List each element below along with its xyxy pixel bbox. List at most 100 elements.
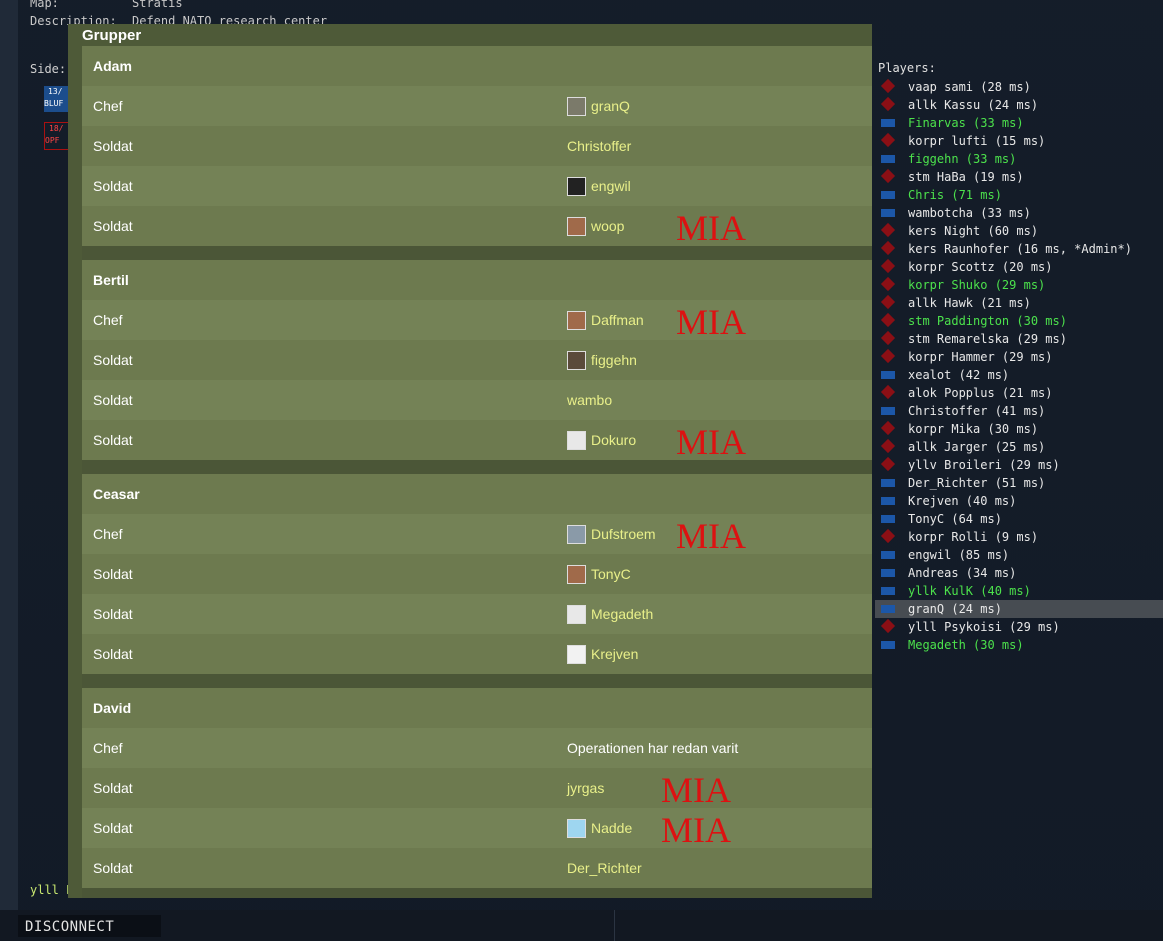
member-player[interactable]: Dokuro [567,420,636,460]
map-value: Stratis [132,0,183,10]
player-list-item[interactable]: korpr Rolli (9 ms) [875,528,1163,546]
player-list-item[interactable]: korpr Mika (30 ms) [875,420,1163,438]
player-entry-text: korpr Scottz (20 ms) [908,260,1053,274]
player-list-item[interactable]: granQ (24 ms) [875,600,1163,618]
member-role: Soldat [93,218,133,234]
player-list-item[interactable]: stm Paddington (30 ms) [875,312,1163,330]
blufor-side-icon [881,155,895,163]
disconnect-button[interactable]: DISCONNECT [18,915,161,937]
group-member-row[interactable]: Soldat Der_Richter [82,848,872,888]
member-player[interactable]: jyrgas [567,768,604,808]
player-list-item[interactable]: alok Popplus (21 ms) [875,384,1163,402]
member-player[interactable]: Daffman [567,300,644,340]
player-list-item[interactable]: figgehn (33 ms) [875,150,1163,168]
member-player[interactable]: Operationen har redan varit [567,728,738,768]
groups-list[interactable]: Adam Chef granQ Soldat Christoffer Soldat engw… [82,46,872,898]
member-player-name: TonyC [591,566,631,582]
player-list-item[interactable]: wambotcha (33 ms) [875,204,1163,222]
group-member-row[interactable]: Chef granQ [82,86,872,126]
side-blufor-chip[interactable]: 13/ BLUF [44,86,68,112]
player-list-item[interactable]: TonyC (64 ms) [875,510,1163,528]
member-player[interactable]: woop [567,206,624,246]
player-list-item[interactable]: Finarvas (33 ms) [875,114,1163,132]
player-list-item[interactable]: Andreas (34 ms) [875,564,1163,582]
player-list-item[interactable]: korpr Scottz (20 ms) [875,258,1163,276]
member-player[interactable]: wambo [567,380,612,420]
group-member-row[interactable]: Soldat Megadeth [82,594,872,634]
member-role: Soldat [93,432,133,448]
member-player[interactable]: granQ [567,86,630,126]
player-list-item[interactable]: stm HaBa (19 ms) [875,168,1163,186]
group-member-row[interactable]: Chef Dufstroem MIA [82,514,872,556]
player-list-item[interactable]: allk Jarger (25 ms) [875,438,1163,456]
member-role: Soldat [93,820,133,836]
player-list-item[interactable]: stm Remarelska (29 ms) [875,330,1163,348]
side-blufor-name: BLUF [44,99,64,108]
group-member-row[interactable]: Soldat TonyC [82,554,872,594]
player-list-item[interactable]: vaap sami (28 ms) [875,78,1163,96]
member-role: Soldat [93,392,133,408]
player-list-item[interactable]: korpr Shuko (29 ms) [875,276,1163,294]
player-list-item[interactable]: Megadeth (30 ms) [875,636,1163,654]
sketch-avatar [567,644,586,664]
map-label: Map: [30,0,59,10]
group-member-row[interactable]: Soldat Nadde MIA [82,808,872,850]
player-list-item[interactable]: allk Hawk (21 ms) [875,294,1163,312]
member-player[interactable]: Dufstroem [567,514,656,554]
player-entry-text: stm Remarelska (29 ms) [908,332,1067,346]
player-list-item[interactable]: Chris (71 ms) [875,186,1163,204]
group-member-row[interactable]: Soldat figgehn [82,340,872,380]
member-player-name: Operationen har redan varit [567,740,739,756]
player-list-item[interactable]: engwil (85 ms) [875,546,1163,564]
member-player[interactable]: Nadde [567,808,632,848]
group-member-row[interactable]: Soldat Christoffer [82,126,872,166]
player-list-item[interactable]: Krejven (40 ms) [875,492,1163,510]
player-entry-text: korpr Hammer (29 ms) [908,350,1053,364]
member-player[interactable]: TonyC [567,554,631,594]
member-player-name: Dufstroem [591,526,656,542]
group-member-row[interactable]: Chef Daffman MIA [82,300,872,342]
member-player[interactable]: Christoffer [567,126,631,166]
player-entry-text: Finarvas (33 ms) [908,116,1024,130]
opfor-side-icon [880,420,896,436]
player-entry-text: korpr Shuko (29 ms) [908,278,1046,292]
player-list-item[interactable]: Christoffer (41 ms) [875,402,1163,420]
blufor-side-icon [881,515,895,523]
player-list-item[interactable]: yllk KulK (40 ms) [875,582,1163,600]
group-member-row[interactable]: Soldat engwil [82,166,872,206]
side-opfor-chip[interactable]: 18/ OPF [44,122,70,150]
dialog-title: Grupper [82,27,142,44]
group-member-row[interactable]: Soldat wambo [82,380,872,420]
player-list-item[interactable]: ylll Psykoisi (29 ms) [875,618,1163,636]
player-entry-text: alok Popplus (21 ms) [908,386,1053,400]
member-player[interactable]: engwil [567,166,631,206]
blufor-side-icon [881,191,895,199]
member-role: Soldat [93,780,133,796]
member-player-name: figgehn [591,352,637,368]
opfor-side-icon [880,78,896,94]
player-list-item[interactable]: korpr lufti (15 ms) [875,132,1163,150]
group-member-row[interactable]: Soldat Dokuro MIA [82,420,872,462]
member-player[interactable]: Megadeth [567,594,653,634]
member-player[interactable]: Der_Richter [567,848,642,888]
player-list-item[interactable]: kers Raunhofer (16 ms, *Admin*) [875,240,1163,258]
player-list-item[interactable]: yllv Broileri (29 ms) [875,456,1163,474]
players-list[interactable]: vaap sami (28 ms) allk Kassu (24 ms) Finar… [875,78,1163,654]
group-member-row[interactable]: Chef Operationen har redan varit [82,728,872,768]
group-member-row[interactable]: Soldat Krejven [82,634,872,674]
member-player[interactable]: Krejven [567,634,638,674]
group-separator [82,460,872,474]
group-member-row[interactable]: Soldat jyrgas MIA [82,768,872,810]
player-list-item[interactable]: xealot (42 ms) [875,366,1163,384]
player-list-item[interactable]: Der_Richter (51 ms) [875,474,1163,492]
player-list-item[interactable]: kers Night (60 ms) [875,222,1163,240]
member-role: Soldat [93,646,133,662]
player-entry-text: stm Paddington (30 ms) [908,314,1067,328]
group-member-row[interactable]: Soldat woop MIA [82,206,872,248]
member-player[interactable]: figgehn [567,340,637,380]
opfor-side-icon [880,222,896,238]
player-entry-text: Chris (71 ms) [908,188,1002,202]
player-list-item[interactable]: korpr Hammer (29 ms) [875,348,1163,366]
group-header-david: David [82,688,872,728]
player-list-item[interactable]: allk Kassu (24 ms) [875,96,1163,114]
